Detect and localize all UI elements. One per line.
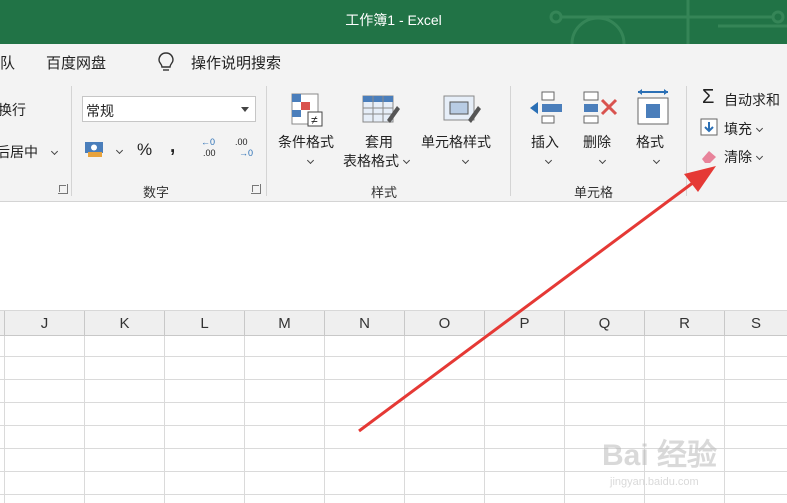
watermark-text: Bai 经验	[602, 439, 718, 472]
title-decoration-icon	[549, 0, 787, 44]
increase-decimal-label: .00	[203, 148, 216, 158]
sigma-icon: Σ	[702, 86, 715, 108]
clear-button[interactable]: 清除	[700, 146, 780, 168]
conditional-formatting-icon: ≠	[291, 93, 323, 127]
autosum-label: 自动求和	[724, 92, 780, 108]
ribbon-tabs: 队 百度网盘 操作说明搜索	[0, 44, 787, 80]
styles-group-label: 样式	[371, 185, 398, 200]
format-as-table-label-1: 套用	[365, 134, 393, 150]
chevron-down-icon	[306, 156, 315, 165]
delete-label: 删除	[583, 134, 611, 150]
column-header-m[interactable]: M	[245, 311, 325, 336]
watermark-url: jingyan.baidu.com	[610, 476, 699, 488]
ribbon: 换行 后居中 常规 % , ←0 .00 .00 →0 数字 ≠ 条件格式 套用…	[0, 80, 787, 202]
tab-baidu-netdisk[interactable]: 百度网盘	[46, 52, 106, 73]
group-separator	[71, 86, 72, 196]
formula-area	[0, 203, 787, 298]
fill-label: 填充	[724, 119, 764, 139]
cell-styles-label: 单元格样式	[421, 134, 491, 150]
format-as-table-icon	[362, 95, 400, 123]
chevron-down-icon	[544, 156, 553, 165]
column-header-q[interactable]: Q	[565, 311, 645, 336]
format-cells-icon	[637, 89, 669, 125]
lightbulb-icon	[158, 52, 174, 71]
insert-cells-icon	[530, 91, 562, 124]
delete-cells-icon	[583, 91, 618, 124]
conditional-formatting-button[interactable]: ≠ 条件格式	[276, 88, 340, 178]
cell-styles-icon	[443, 95, 481, 123]
column-header-r[interactable]: R	[645, 311, 725, 336]
grid-line	[0, 379, 787, 380]
cells-group-label: 单元格	[574, 185, 614, 200]
number-format-value: 常规	[86, 103, 114, 119]
merge-center-button[interactable]: 后居中	[0, 142, 59, 162]
fill-down-icon	[700, 118, 718, 136]
insert-label: 插入	[531, 134, 559, 150]
grid-line	[324, 336, 325, 503]
group-separator	[266, 86, 267, 196]
tell-me-search[interactable]: 操作说明搜索	[191, 52, 281, 73]
clear-label: 清除	[724, 147, 764, 167]
alignment-launcher-icon[interactable]	[58, 184, 68, 194]
grid-line	[0, 356, 787, 357]
group-separator	[510, 86, 511, 196]
number-launcher-icon[interactable]	[251, 184, 261, 194]
conditional-formatting-label: 条件格式	[278, 134, 334, 150]
format-as-table-label-2: 表格格式	[343, 151, 411, 171]
title-bar: 工作簿1 - Excel	[0, 0, 787, 44]
number-group-label: 数字	[143, 185, 170, 200]
wrap-text-button[interactable]: 换行	[0, 100, 26, 120]
format-cells-button[interactable]: 格式	[630, 88, 678, 178]
svg-text:≠: ≠	[311, 113, 318, 127]
delete-cells-button[interactable]: 删除	[576, 88, 624, 178]
format-label: 格式	[636, 134, 664, 150]
column-header-o[interactable]: O	[405, 311, 485, 336]
column-header-l[interactable]: L	[165, 311, 245, 336]
column-header-k[interactable]: K	[85, 311, 165, 336]
column-header-s[interactable]: S	[725, 311, 787, 336]
comma-style-button[interactable]: ,	[170, 136, 175, 158]
number-format-select[interactable]: 常规	[82, 96, 256, 122]
cell-styles-button[interactable]: 单元格样式	[420, 88, 504, 178]
chevron-down-icon[interactable]	[115, 146, 124, 155]
column-header-p[interactable]: P	[485, 311, 565, 336]
chevron-down-icon	[241, 107, 249, 112]
grid-line	[244, 336, 245, 503]
column-header-n[interactable]: N	[325, 311, 405, 336]
decrease-decimal-button[interactable]: .00 →0	[233, 137, 255, 162]
eraser-icon	[702, 151, 716, 163]
decrease-decimal-label: .00	[235, 137, 248, 147]
grid-line	[0, 425, 787, 426]
increase-decimal-button[interactable]: ←0 .00	[201, 137, 223, 162]
chevron-down-icon	[461, 156, 470, 165]
grid-line	[164, 336, 165, 503]
grid-line	[4, 336, 5, 503]
fill-button[interactable]: 填充	[700, 118, 780, 140]
grid-line	[0, 402, 787, 403]
percent-style-button[interactable]: %	[137, 140, 152, 160]
grid-line	[484, 336, 485, 503]
insert-cells-button[interactable]: 插入	[522, 88, 570, 178]
chevron-down-icon	[652, 156, 661, 165]
group-separator	[686, 86, 687, 196]
grid-line	[404, 336, 405, 503]
format-as-table-button[interactable]: 套用 表格格式	[343, 88, 417, 178]
autosum-button[interactable]: Σ 自动求和	[702, 86, 787, 110]
chevron-down-icon	[598, 156, 607, 165]
watermark-logo: Bai 经验 jingyan.baidu.com	[580, 428, 780, 500]
column-headers: J K L M N O P Q R S	[0, 310, 787, 336]
grid-line	[564, 336, 565, 503]
tab-team[interactable]: 队	[0, 52, 15, 73]
accounting-format-icon[interactable]	[84, 140, 106, 158]
column-header-j[interactable]: J	[5, 311, 85, 336]
grid-line	[84, 336, 85, 503]
